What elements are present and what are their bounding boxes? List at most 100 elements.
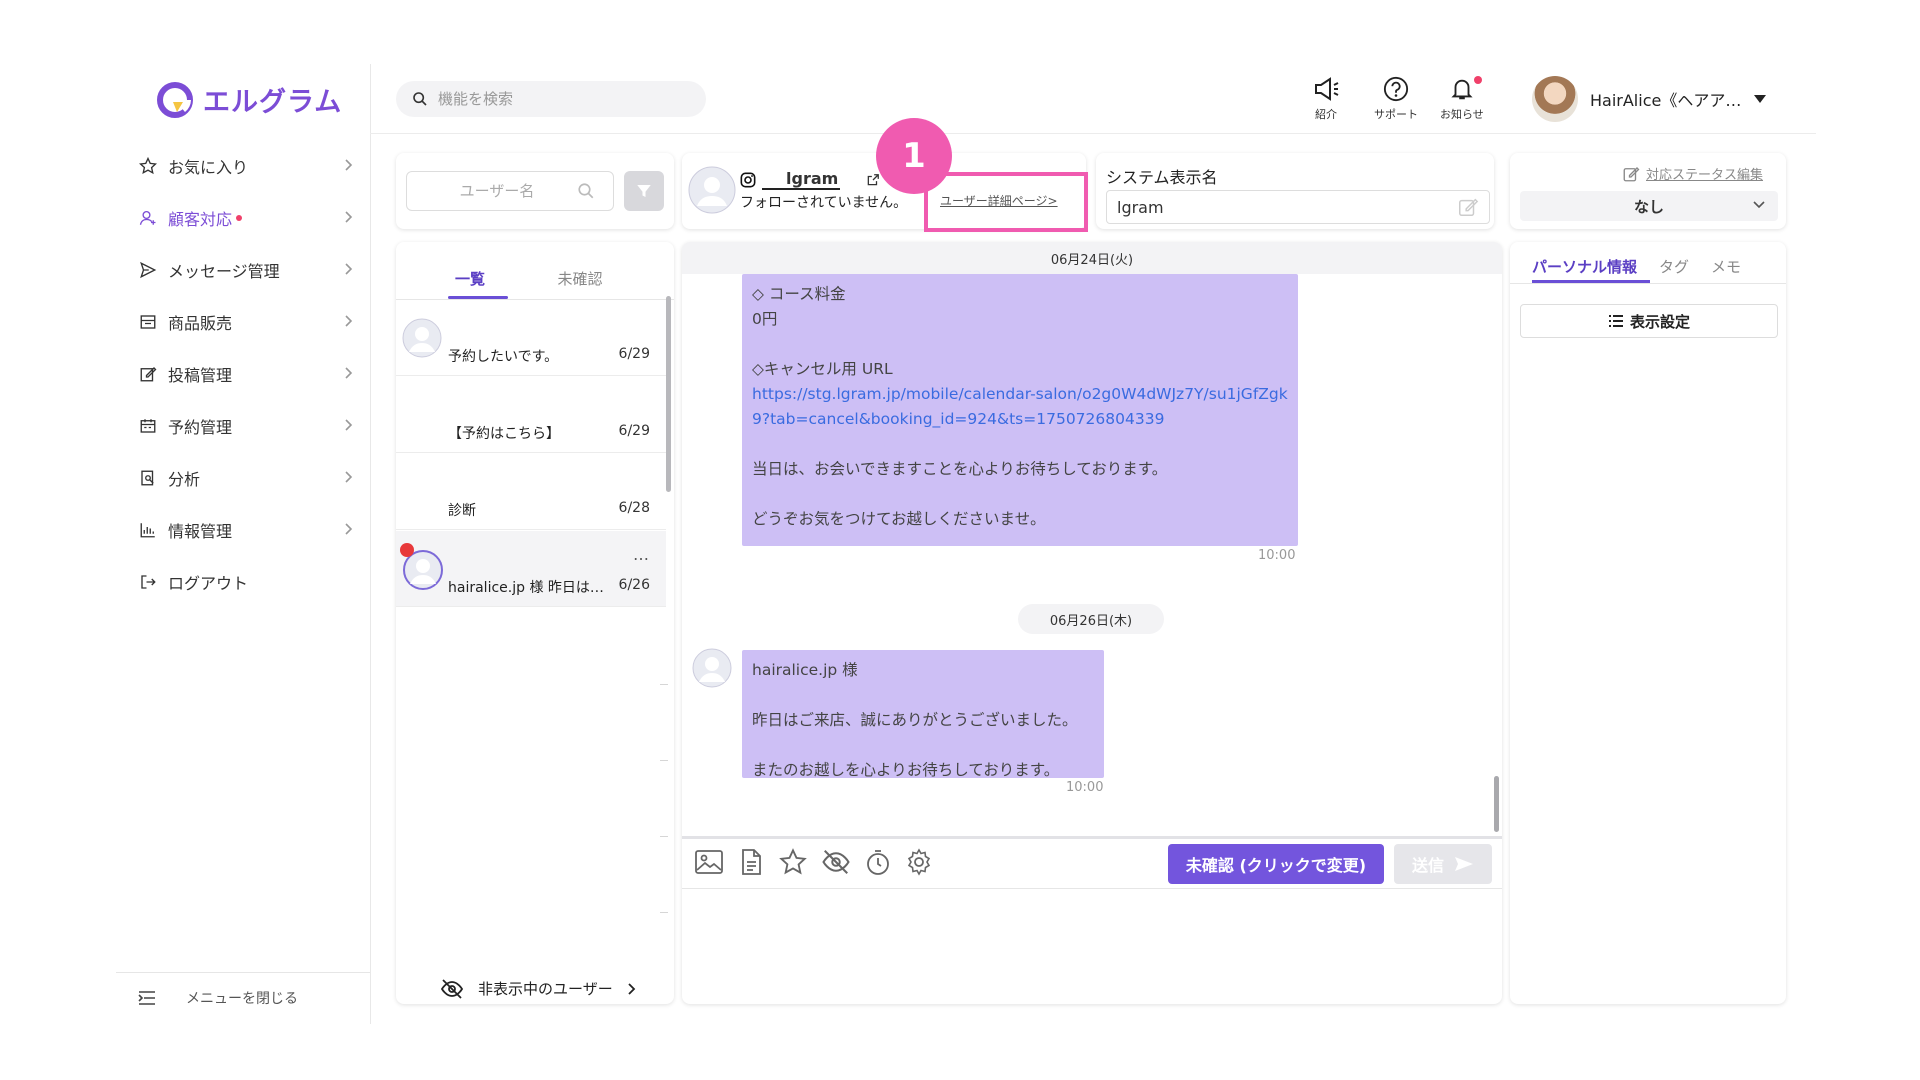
list-item[interactable]: 予約したいです。 6/29	[396, 300, 666, 376]
list-item[interactable]: 【予約はこちら】 6/29	[396, 377, 666, 453]
chevron-right-icon	[345, 523, 353, 535]
help-icon	[1383, 76, 1409, 102]
unread-dot	[400, 543, 414, 557]
timer-icon[interactable]	[864, 848, 892, 876]
list-item-date: 6/29	[618, 423, 650, 439]
status-select[interactable]: なし	[1520, 191, 1778, 221]
image-icon[interactable]	[694, 848, 724, 876]
caret-down-icon	[1754, 95, 1767, 103]
display-settings-button[interactable]: 表示設定	[1520, 304, 1778, 338]
system-name-field[interactable]: lgram	[1106, 190, 1490, 224]
notification-dot	[1473, 76, 1482, 84]
hidden-users-label: 非表示中のユーザー	[478, 980, 613, 998]
user-name: HairAlice《ヘアア…	[1590, 91, 1742, 110]
chevron-right-icon	[345, 315, 353, 327]
sidebar-item-label: お気に入り	[168, 158, 249, 177]
list-item-date: 6/29	[618, 346, 650, 362]
list-item-date: 6/28	[618, 500, 650, 516]
sidebar-item-sales[interactable]: 商品販売	[138, 296, 360, 348]
send-button[interactable]: 送信	[1394, 844, 1492, 884]
follow-status: フォローされていません。	[740, 195, 908, 211]
edit-icon	[138, 364, 158, 384]
chat-scrollbar[interactable]	[1494, 776, 1499, 832]
message-line: またのお越しを心よりお待ちしております。	[752, 761, 1060, 779]
calendar-icon	[138, 416, 158, 436]
user-search-box[interactable]	[406, 171, 614, 211]
sidebar-item-label: 顧客対応	[168, 210, 233, 229]
annotation-step-badge: 1	[876, 118, 952, 194]
instagram-name: lgram	[762, 170, 841, 190]
sidebar-divider	[370, 64, 371, 1024]
user-list-scrollbar[interactable]	[666, 296, 671, 492]
user-detail-link[interactable]: ユーザー詳細ページ>	[940, 192, 1058, 209]
sidebar-item-customer[interactable]: 顧客対応	[138, 192, 360, 244]
more-options-icon[interactable]: …	[633, 545, 650, 564]
message-time: 10:00	[1066, 780, 1104, 795]
edit-icon	[1623, 166, 1640, 181]
status-edit-link[interactable]: 対応ステータス編集	[1622, 164, 1763, 183]
gear-icon[interactable]	[905, 848, 933, 876]
send-label: 送信	[1411, 856, 1444, 875]
user-account-menu[interactable]: HairAlice《ヘアア…	[1532, 76, 1767, 122]
send-icon	[1455, 857, 1473, 871]
list-item[interactable]: 診断 6/28	[396, 454, 666, 530]
tab-personal-info[interactable]: パーソナル情報	[1532, 256, 1637, 277]
message-time: 10:00	[1258, 548, 1296, 563]
menu-collapse-icon	[138, 991, 155, 1005]
chat-date-pill: 06月26日(木)	[1018, 604, 1164, 634]
placeholder-divider	[660, 684, 668, 685]
message-line: 当日は、お会いできますことを心よりお待ちしております。	[752, 460, 1168, 478]
tab-tags[interactable]: タグ	[1659, 256, 1689, 277]
sidebar-item-logout[interactable]: ログアウト	[138, 556, 360, 608]
info-tabs-divider	[1510, 283, 1786, 284]
default-avatar-icon	[402, 318, 442, 358]
status-edit-label: 対応ステータス編集	[1646, 168, 1764, 183]
tab-unconfirmed[interactable]: 未確認	[550, 268, 610, 289]
logout-icon	[138, 572, 158, 592]
cancel-url-link[interactable]: https://stg.lgram.jp/mobile/calendar-sal…	[752, 385, 1288, 428]
star-icon[interactable]	[778, 848, 808, 876]
info-panel	[1510, 242, 1786, 1004]
report-icon	[138, 468, 158, 488]
tab-all[interactable]: 一覧	[440, 268, 500, 289]
feature-search[interactable]	[396, 81, 706, 117]
filter-button[interactable]	[624, 171, 664, 211]
header-divider	[370, 133, 1816, 134]
message-line: 0円	[752, 310, 778, 328]
list-item-preview: 診断	[448, 503, 476, 519]
list-item[interactable]: … hairalice.jp 様 昨日は… 6/26	[396, 531, 666, 607]
megaphone-icon	[1315, 77, 1339, 101]
tab-memo[interactable]: メモ	[1711, 256, 1741, 277]
info-tabs: パーソナル情報 タグ メモ	[1532, 256, 1741, 277]
header-icon-label: お知らせ	[1440, 108, 1484, 121]
header-notifications-button[interactable]: お知らせ	[1440, 76, 1484, 122]
hide-icon	[440, 978, 464, 999]
hide-icon[interactable]	[821, 848, 851, 876]
user-search-input[interactable]	[417, 182, 577, 200]
header-support-button[interactable]: サポート	[1374, 76, 1418, 122]
unread-status-button[interactable]: 未確認 (クリックで変更)	[1168, 844, 1384, 884]
composer-input-divider	[682, 888, 1502, 889]
edit-icon[interactable]	[1457, 196, 1479, 218]
sidebar-item-analytics[interactable]: 分析	[138, 452, 360, 504]
feature-search-input[interactable]	[438, 90, 678, 108]
instagram-username[interactable]: lgram	[740, 170, 880, 190]
sidebar-item-info[interactable]: 情報管理	[138, 504, 360, 556]
sidebar-item-favorites[interactable]: お気に入り	[138, 140, 360, 192]
close-menu-button[interactable]: メニューを閉じる	[138, 988, 298, 1008]
filter-icon	[637, 185, 651, 197]
message-input[interactable]	[694, 896, 1490, 996]
sidebar-item-messages[interactable]: メッセージ管理	[138, 244, 360, 296]
hidden-users-button[interactable]: 非表示中のユーザー	[440, 978, 637, 999]
send-icon	[138, 260, 158, 280]
chevron-right-icon	[345, 211, 353, 223]
sidebar-item-posts[interactable]: 投稿管理	[138, 348, 360, 400]
sidebar-item-label: 分析	[168, 470, 201, 489]
document-icon[interactable]	[737, 848, 765, 876]
header-referral-button[interactable]: 紹介	[1312, 76, 1340, 122]
sidebar-item-reservations[interactable]: 予約管理	[138, 400, 360, 452]
external-link-icon	[867, 174, 880, 186]
app-logo[interactable]: エルグラム	[157, 80, 342, 119]
header-icon-label: サポート	[1374, 108, 1418, 121]
placeholder-divider	[660, 760, 668, 761]
